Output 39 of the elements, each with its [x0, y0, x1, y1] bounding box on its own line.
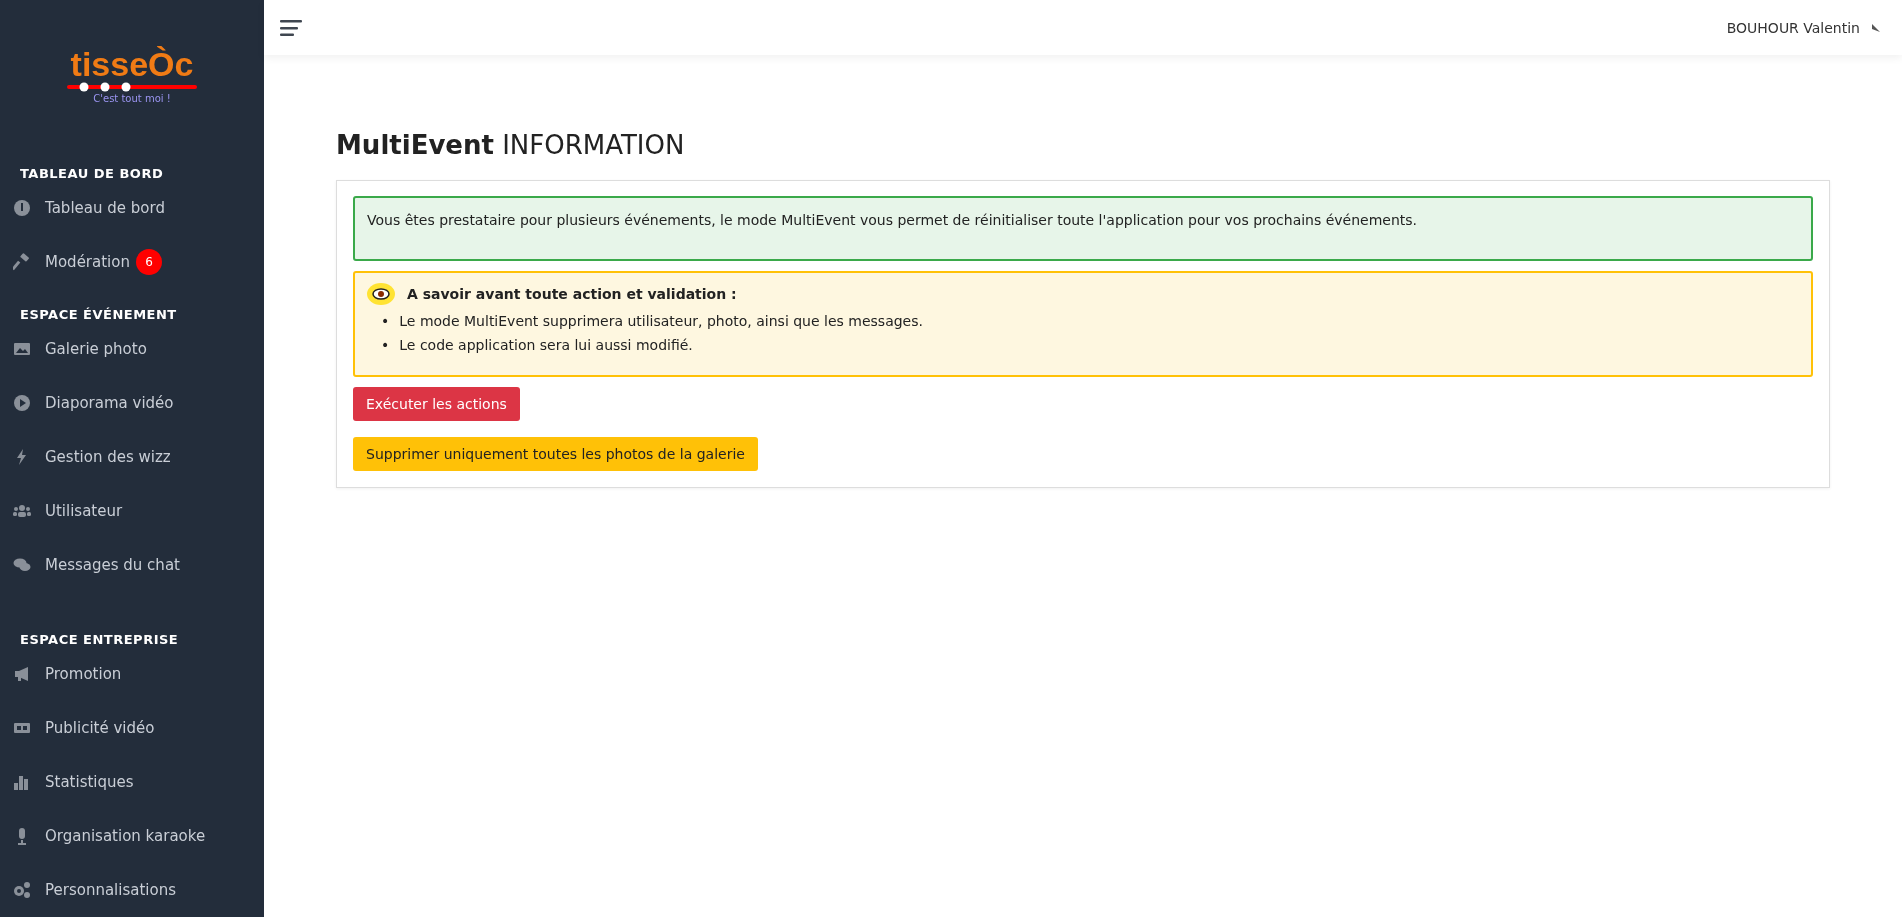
sidebar-item[interactable]: Statistiques [0, 755, 264, 809]
menu-icon[interactable] [280, 19, 302, 36]
warning-heading: A savoir avant toute action et validation : [407, 286, 737, 302]
count-badge: 6 [135, 249, 162, 275]
hammer-icon [13, 253, 31, 271]
logo-wordmark: tisseÒc [70, 46, 194, 82]
image-icon [13, 340, 31, 358]
sidebar-item[interactable]: Organisation karaoke [0, 809, 264, 863]
caret-icon[interactable] [1872, 23, 1880, 32]
eye-icon [367, 283, 395, 305]
delete-photos-button[interactable]: Supprimer uniquement toutes les photos de la galerie [353, 437, 758, 471]
info-alert: Vous êtes prestataire pour plusieurs événements, le mode MultiEvent vous permet de réinitialiser toute l'application pour vos prochains événements. [353, 196, 1813, 261]
section-heading: ESPACE ENTREPRISE [19, 632, 180, 647]
sidebar-item[interactable]: Modération 6 [0, 235, 264, 289]
execute-button[interactable]: Exécuter les actions [353, 387, 520, 421]
sidebar-item[interactable]: Gestion des wizz [0, 430, 264, 484]
sidebar-item[interactable]: Personnalisations [0, 863, 264, 917]
sidebar-item[interactable]: Promotion [0, 647, 264, 701]
play-icon [13, 394, 31, 412]
warning-point: Le mode MultiEvent supprimera utilisateur, photo, ainsi que les messages. [399, 312, 923, 331]
chat-icon [13, 556, 31, 574]
sidebar-item[interactable]: Tableau de bord [0, 181, 264, 235]
logo-rail-icon [67, 82, 197, 92]
warning-point: Le code application sera lui aussi modifié. [399, 336, 693, 355]
section-heading: ESPACE ÉVÉNEMENT [19, 307, 178, 322]
megaphone-icon [13, 665, 31, 683]
chart-icon [13, 773, 31, 791]
section-heading: TABLEAU DE BORD [19, 166, 165, 181]
logo-tagline: C'est tout moi ! [93, 93, 171, 104]
page-title: MultiEvent INFORMATION [336, 130, 686, 160]
sidebar-item[interactable]: Utilisateur [0, 484, 264, 538]
sidebar-item[interactable]: Publicité vidéo [0, 701, 264, 755]
sidebar-item[interactable]: Messages du chat [0, 538, 264, 592]
bullet-mark: • [381, 312, 390, 331]
user-name[interactable]: BOUHOUR Valentin [1726, 19, 1860, 36]
sidebar-item[interactable]: Galerie photo [0, 322, 264, 376]
bullet-mark: • [381, 336, 390, 355]
sidebar-item[interactable]: Diaporama vidéo [0, 376, 264, 430]
users-icon [13, 502, 31, 520]
